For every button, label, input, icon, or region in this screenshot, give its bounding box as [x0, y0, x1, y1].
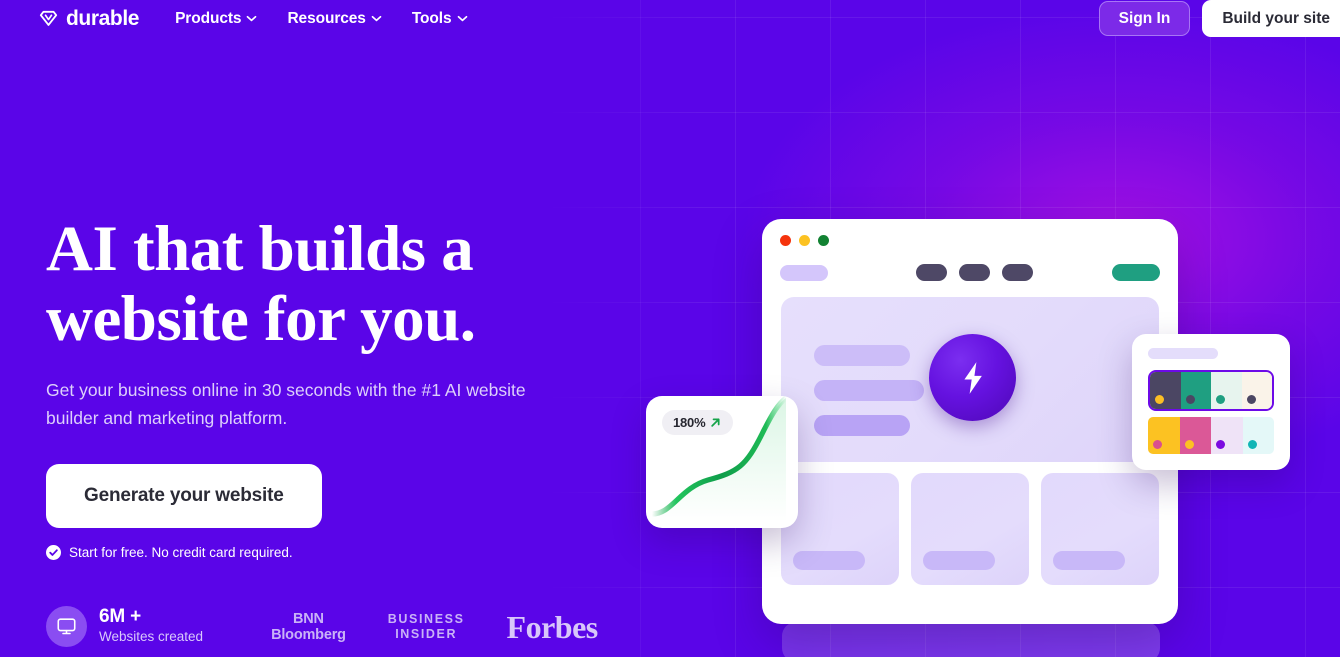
trust-note: Start for free. No credit card required.: [46, 545, 606, 560]
check-circle-icon: [46, 545, 61, 560]
mockup-shadow-card: [782, 622, 1160, 657]
brand-name: durable: [66, 7, 140, 30]
palette-swatch[interactable]: [1148, 417, 1180, 454]
bnn-bloomberg-logo: BNN Bloomberg: [271, 611, 346, 643]
palette-swatch[interactable]: [1241, 372, 1272, 409]
bnn-bloomberg-line-2: Bloomberg: [271, 626, 346, 643]
palette-swatch[interactable]: [1179, 417, 1211, 454]
nav-actions: Sign In Build your site: [1098, 0, 1340, 38]
browser-mockup: [762, 219, 1178, 624]
mockup-hero-block: [781, 297, 1159, 462]
arrow-up-right-icon: [709, 416, 722, 429]
color-palette-card: [1132, 334, 1290, 470]
forbes-logo: Forbes: [506, 608, 599, 645]
growth-badge: 180%: [662, 410, 734, 435]
chevron-down-icon: [371, 15, 382, 22]
palette-accent-dot: [1216, 395, 1225, 404]
bnn-bloomberg-line-1: BNN: [293, 610, 324, 627]
palette-accent-dot: [1185, 395, 1195, 404]
mockup-menu-item: [916, 264, 947, 281]
nav-item-products-label: Products: [175, 9, 242, 27]
palette-accent-dot: [1247, 440, 1257, 449]
palette-accent-dot: [1184, 440, 1194, 449]
hero-content: AI that builds a website for you. Get yo…: [46, 214, 606, 560]
generate-your-website-button[interactable]: Generate your website: [46, 464, 322, 528]
palette-accent-dot: [1153, 440, 1162, 449]
mockup-text-line: [814, 345, 910, 366]
stat-text-block: 6M + Websites created: [99, 607, 203, 646]
traffic-light-yellow-icon: [799, 235, 810, 246]
stat-label: Websites created: [99, 629, 204, 644]
palette-swatch[interactable]: [1211, 417, 1243, 454]
mockup-text-line: [814, 380, 924, 401]
mockup-feature-card: [911, 473, 1029, 585]
palette-title-placeholder: [1148, 348, 1218, 359]
page-title: AI that builds a website for you.: [46, 214, 606, 354]
palette-accent-dot: [1216, 440, 1225, 449]
nav-item-resources-label: Resources: [287, 9, 366, 27]
social-proof-strip: 6M + Websites created BNN Bloomberg BUSI…: [46, 606, 598, 647]
palette-swatch[interactable]: [1211, 372, 1242, 409]
business-insider-logo: BUSINESS INSIDER: [388, 612, 465, 642]
palette-row-selected[interactable]: [1148, 370, 1274, 411]
mockup-nav-row: [780, 264, 1160, 281]
mockup-feature-card: [1041, 473, 1159, 585]
mockup-card-row: [781, 473, 1159, 585]
mockup-text-placeholders: [814, 345, 924, 436]
sign-in-button[interactable]: Sign In: [1098, 0, 1191, 37]
palette-swatch[interactable]: [1180, 372, 1211, 409]
mockup-menu-item: [1002, 264, 1033, 281]
chevron-down-icon: [457, 15, 468, 22]
palette-accent-dot: [1155, 395, 1164, 404]
mockup-menu-item: [959, 264, 990, 281]
mockup-card-label: [793, 551, 865, 570]
headline-line-1: AI that builds a: [46, 213, 474, 285]
traffic-light-red-icon: [780, 235, 791, 246]
nav-item-tools-label: Tools: [411, 9, 452, 27]
mockup-menu-placeholders: [916, 264, 1033, 281]
mockup-logo-placeholder: [780, 264, 828, 281]
press-logos: BNN Bloomberg BUSINESS INSIDER Forbes: [271, 611, 598, 643]
mockup-card-label: [1053, 551, 1125, 570]
websites-created-stat: 6M + Websites created: [46, 606, 203, 647]
palette-accent-dot: [1246, 395, 1256, 404]
palette-swatch[interactable]: [1242, 417, 1274, 454]
traffic-light-dots: [780, 235, 829, 246]
mockup-cta-placeholder: [1112, 264, 1160, 281]
business-insider-line-2: INSIDER: [395, 626, 458, 641]
headline-line-2: website for you.: [46, 283, 476, 355]
monitor-icon: [46, 606, 87, 647]
palette-row[interactable]: [1148, 417, 1274, 454]
mockup-feature-card: [781, 473, 899, 585]
gem-diamond-icon: [38, 8, 59, 29]
nav-item-products[interactable]: Products: [175, 10, 257, 28]
mockup-text-line: [814, 415, 910, 436]
nav-item-resources[interactable]: Resources: [287, 9, 382, 28]
business-insider-line-1: BUSINESS: [387, 611, 465, 626]
lightning-bolt-icon: [960, 361, 986, 395]
palette-swatch[interactable]: [1150, 372, 1181, 409]
trust-note-text: Start for free. No credit card required.: [69, 545, 293, 560]
growth-chart-card: 180%: [646, 396, 798, 528]
growth-badge-value: 180%: [673, 415, 706, 430]
stat-value: 6M +: [99, 606, 141, 627]
traffic-light-green-icon: [818, 235, 829, 246]
build-your-site-button[interactable]: Build your site: [1202, 0, 1340, 38]
top-navigation-bar: durable Products Resources Tools Sign In…: [0, 0, 1340, 38]
brand-logo-link[interactable]: durable: [38, 8, 139, 29]
hero-subheadline: Get your business online in 30 seconds w…: [46, 380, 526, 428]
nav-links: Products Resources Tools: [175, 10, 467, 28]
mockup-card-label: [923, 551, 995, 570]
lightning-bolt-badge: [929, 334, 1016, 421]
chevron-down-icon: [246, 15, 257, 22]
nav-item-tools[interactable]: Tools: [412, 10, 468, 28]
